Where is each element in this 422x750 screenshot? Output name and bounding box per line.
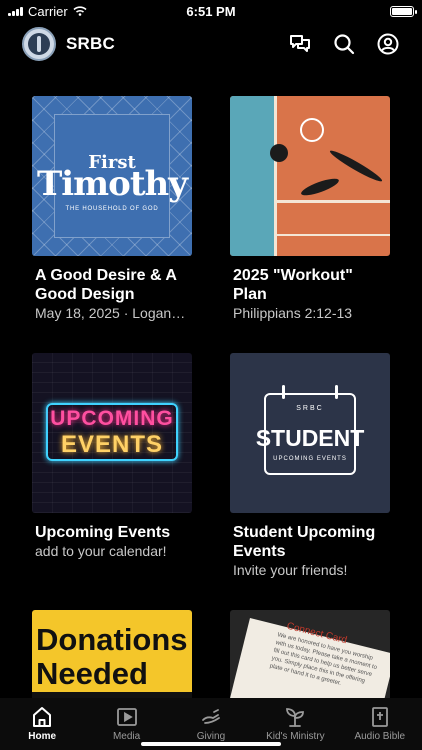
tab-label: Audio Bible <box>354 731 406 742</box>
card-subtitle: Philippians 2:12-13 <box>233 305 353 321</box>
tab-label: Media <box>112 731 141 742</box>
search-icon[interactable] <box>332 32 356 56</box>
card-title: Upcoming Events <box>35 524 171 541</box>
messages-icon[interactable] <box>288 32 312 56</box>
thumb-text: UPCOMING EVENTS <box>273 456 347 462</box>
thumb-text: UPCOMING <box>50 407 174 430</box>
wifi-icon <box>73 6 87 16</box>
event-card[interactable]: SRBC STUDENT UPCOMING EVENTS Student Upc… <box>230 353 390 579</box>
home-icon <box>33 707 52 727</box>
tab-kids-ministry[interactable]: Kid's Ministry <box>253 706 337 742</box>
status-bar: Carrier 6:51 PM <box>0 0 422 22</box>
thumb-text: Timothy <box>36 164 188 204</box>
media-play-icon <box>116 708 137 726</box>
app-header: SRBC <box>0 24 422 64</box>
card-subtitle: May 18, 2025 · Logan… <box>35 305 186 321</box>
signal-icon <box>8 6 23 16</box>
sermon-card[interactable]: 2025 "Workout" Plan Philippians 2:12-13 <box>230 96 390 322</box>
app-name: SRBC <box>66 34 115 53</box>
thumb-text: STUDENT <box>255 425 365 451</box>
card-title: A Good Desire & A Good Design <box>35 267 177 303</box>
tab-giving[interactable]: Giving <box>169 706 253 742</box>
card-thumbnail: First Timothy THE HOUSEHOLD OF GOD <box>32 96 192 256</box>
thumb-text: Donations <box>36 622 188 657</box>
card-thumbnail: SRBC STUDENT UPCOMING EVENTS <box>230 353 390 513</box>
battery-icon <box>390 5 417 17</box>
card-thumbnail <box>230 96 390 256</box>
hoop-graphic <box>300 118 324 142</box>
thumb-text: THE HOUSEHOLD OF GOD <box>65 206 159 212</box>
card-title: 2025 "Workout" Plan <box>233 267 353 303</box>
tab-label: Kid's Ministry <box>266 731 325 742</box>
thumb-text: EVENTS <box>60 431 164 458</box>
card-title: Student Upcoming Events <box>233 524 376 560</box>
carrier-label: Carrier <box>28 3 68 19</box>
church-logo-avatar[interactable] <box>22 27 56 61</box>
thumb-text: SRBC <box>296 405 324 412</box>
thumb-text: Needed <box>36 656 148 691</box>
sermon-card[interactable]: First Timothy THE HOUSEHOLD OF GOD A Goo… <box>32 96 192 322</box>
card-subtitle: Invite your friends! <box>233 562 348 578</box>
header-actions <box>288 32 400 56</box>
profile-icon[interactable] <box>376 32 400 56</box>
tab-label: Giving <box>196 731 226 742</box>
giving-hand-icon <box>202 709 220 724</box>
tab-label: Home <box>28 731 57 742</box>
status-left: Carrier <box>8 4 87 19</box>
bible-icon <box>371 707 388 727</box>
card-subtitle: add to your calendar! <box>35 543 167 559</box>
tab-home[interactable]: Home <box>0 706 84 742</box>
card-thumbnail: UPCOMING EVENTS <box>32 353 192 513</box>
tab-media[interactable]: Media <box>85 706 169 742</box>
sprout-icon <box>286 708 305 727</box>
tab-audio-bible[interactable]: Audio Bible <box>338 706 422 742</box>
home-indicator <box>141 742 281 746</box>
event-card[interactable]: UPCOMING EVENTS Upcoming Events add to y… <box>32 353 192 560</box>
